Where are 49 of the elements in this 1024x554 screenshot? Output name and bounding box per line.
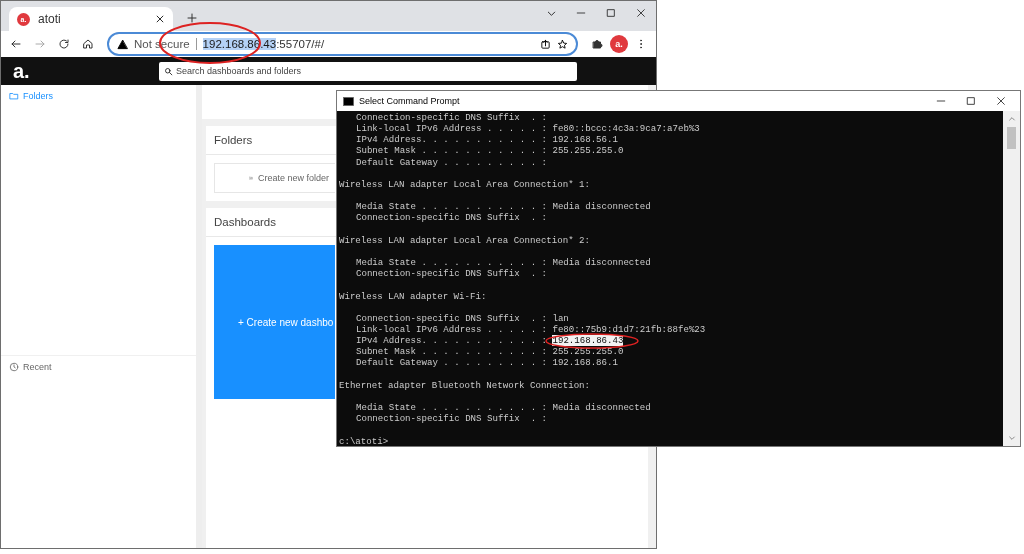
console-line: Default Gateway . . . . . . . . . : [356,156,547,168]
console-line: Default Gateway . . . . . . . . . : 192.168.86.1 [356,357,618,369]
search-field[interactable]: Search dashboards and folders [159,61,577,81]
scrollbar[interactable] [1003,111,1020,446]
console-line: Link-local IPv6 Address . . . . . : fe80::75b9:d1d7:21fb:88fe%23 [356,323,706,335]
console-prompt: c:\atoti> [339,435,390,447]
console-line: Wireless LAN adapter Local Area Connection* 2: [339,234,592,246]
profile-avatar[interactable]: a. [610,35,628,53]
close-icon [636,8,646,18]
console-line: Connection-specific DNS Suffix . : [356,212,547,224]
sidebar-item[interactable]: Folders [1,85,196,107]
console-line: Ethernet adapter Bluetooth Network Connection: [339,379,592,391]
plus-icon [186,12,198,24]
puzzle-icon [591,38,603,50]
console-line: Subnet Mask . . . . . . . . . . . : 255.255.255.0 [356,346,624,358]
console-line: Media State . . . . . . . . . . . : Media disconnected [356,257,651,269]
window-title: Select Command Prompt [359,96,460,106]
close-icon [155,14,165,24]
console-line: Connection-specific DNS Suffix . : [356,268,547,280]
arrow-up-icon [1007,115,1016,123]
arrow-down-icon [1007,434,1016,442]
scrollbar-thumb[interactable] [1007,127,1016,149]
console-line: Subnet Mask . . . . . . . . . . . : 255.255.255.0 [356,145,624,157]
app-logo: a. [13,59,31,83]
terminal-icon [343,96,354,106]
folder-icon [9,91,19,101]
console-line: Connection-specific DNS Suffix . : [356,413,547,425]
star-icon [557,38,568,50]
arrow-right-icon [34,38,46,50]
console-line: IPv4 Address. . . . . . . . . . . : 192.168.56.1 [356,134,618,146]
maximize-icon [606,8,616,18]
warning-icon [117,38,128,50]
reload-icon [58,38,70,50]
home-icon [82,38,94,50]
console-line: Connection-specific DNS Suffix . : lan [356,312,569,324]
tab-title: atoti [38,12,62,26]
clock-icon [9,362,19,372]
sidebar-item[interactable]: Recent [9,362,52,372]
close-icon [996,96,1006,106]
create-folder-button[interactable]: Create new folder [214,163,335,193]
maximize-icon [966,96,976,106]
arrow-left-icon [10,38,22,50]
console-line: Connection-specific DNS Suffix . : [356,112,547,123]
console-line: Wireless LAN adapter Wi-Fi: [339,290,488,302]
search-icon [164,66,173,76]
console-line: Wireless LAN adapter Local Area Connection* 1: [339,178,592,191]
console-line: IPv4 Address. . . . . . . . . . . : 192.168.86.43 [356,335,624,347]
console-line: Media State . . . . . . . . . . . : Media disconnected [356,402,651,414]
share-icon [540,38,551,50]
